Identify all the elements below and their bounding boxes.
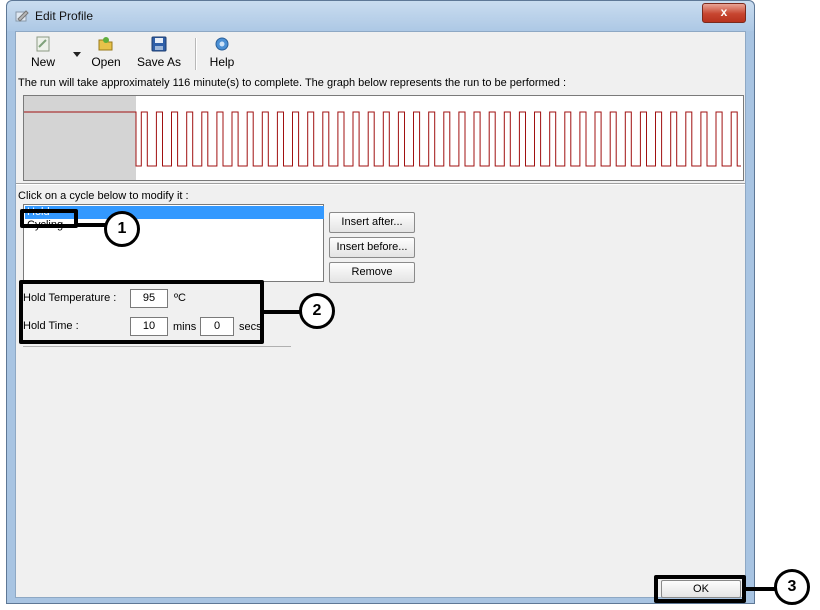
run-duration-text: The run will take approximately 116 minu…	[18, 77, 567, 89]
annotation-box-3	[654, 575, 746, 603]
save-as-button[interactable]: Save As	[134, 35, 184, 69]
new-button[interactable]: New	[24, 35, 62, 69]
new-button-label: New	[30, 55, 55, 69]
insert-after-button[interactable]: Insert after...	[329, 212, 415, 233]
open-button[interactable]: Open	[86, 35, 126, 69]
help-icon	[215, 37, 229, 51]
floppy-disk-icon	[151, 36, 167, 52]
window-title: Edit Profile	[35, 9, 94, 23]
folder-open-icon	[98, 37, 113, 51]
annotation-box-1	[20, 209, 78, 228]
toolbar-separator	[195, 38, 197, 70]
open-button-label: Open	[91, 55, 121, 69]
cycle-list-prompt: Click on a cycle below to modify it :	[18, 190, 189, 202]
temperature-profile-line	[24, 111, 741, 167]
remove-button[interactable]: Remove	[329, 262, 415, 283]
title-bar[interactable]: Edit Profile x	[7, 1, 754, 31]
annotation-marker-3: 3	[774, 569, 810, 605]
profile-icon	[15, 10, 29, 22]
help-button[interactable]: Help	[204, 35, 240, 69]
close-button[interactable]: x	[702, 3, 746, 23]
annotation-connector-3	[744, 587, 776, 591]
section-divider	[16, 183, 745, 185]
new-profile-icon	[36, 36, 50, 52]
annotation-box-2	[19, 280, 264, 344]
run-profile-graph	[23, 95, 744, 181]
new-dropdown-arrow-icon[interactable]	[73, 52, 81, 57]
run-profile-plot	[24, 111, 741, 167]
annotation-connector-1	[76, 223, 106, 227]
annotation-marker-2: 2	[299, 293, 335, 329]
insert-before-button[interactable]: Insert before...	[329, 237, 415, 258]
save-as-button-label: Save As	[136, 55, 182, 69]
toolbar: New Open Save As Help	[16, 32, 745, 76]
annotation-marker-1: 1	[104, 211, 140, 247]
help-button-label: Help	[209, 55, 235, 69]
annotation-connector-2	[262, 310, 302, 314]
